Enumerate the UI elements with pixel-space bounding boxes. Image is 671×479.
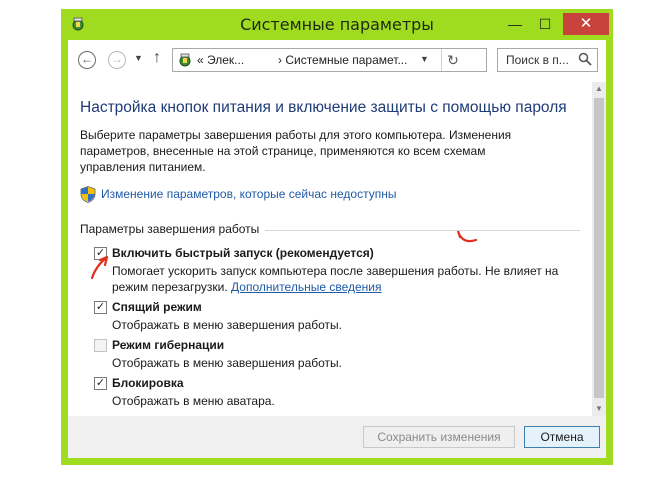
sleep-checkbox[interactable]: ✓ [94, 301, 107, 314]
option-fast-startup: ✓ Включить быстрый запуск (рекомендуется… [94, 246, 574, 296]
scroll-thumb[interactable] [594, 98, 604, 398]
close-button[interactable]: ✕ [563, 13, 609, 35]
fast-startup-description: Помогает ускорить запуск компьютера посл… [112, 263, 558, 295]
lock-label[interactable]: Блокировка [112, 376, 184, 390]
fast-startup-label[interactable]: Включить быстрый запуск (рекомендуется) [112, 246, 374, 260]
lock-checkbox[interactable]: ✓ [94, 377, 107, 390]
scroll-up-arrow-icon[interactable]: ▲ [592, 82, 606, 96]
maximize-button[interactable]: ☐ [532, 13, 558, 35]
minimize-button[interactable]: — [502, 13, 528, 35]
refresh-button[interactable]: ↻ [441, 49, 464, 71]
fast-startup-checkbox[interactable]: ✓ [94, 247, 107, 260]
dialog-button-bar: Сохранить изменения Отмена [68, 416, 606, 458]
address-dropdown-chevron-icon[interactable]: ▼ [420, 54, 429, 64]
window-client-area: ← → ▼ ↑ « Элек... › Системные парамет...… [68, 40, 606, 458]
vertical-scrollbar[interactable]: ▲ ▼ [592, 82, 606, 416]
option-sleep: ✓ Спящий режим Отображать в меню заверше… [94, 300, 394, 334]
search-placeholder: Поиск в п... [506, 53, 569, 67]
breadcrumb-system-settings[interactable]: › Системные парамет... [278, 53, 407, 67]
hibernate-description: Отображать в меню завершения работы. [112, 356, 343, 370]
page-title: Настройка кнопок питания и включение защ… [80, 99, 567, 116]
more-info-link[interactable]: Дополнительные сведения [231, 280, 381, 294]
search-input[interactable]: Поиск в п... [497, 48, 598, 72]
hibernate-checkbox[interactable] [94, 339, 107, 352]
recent-locations-chevron-icon[interactable]: ▼ [134, 53, 143, 63]
title-bar[interactable]: Системные параметры — ☐ ✕ [61, 9, 613, 40]
change-settings-link-text[interactable]: Изменение параметров, которые сейчас нед… [101, 187, 397, 201]
shutdown-settings-group-label: Параметры завершения работы [80, 222, 266, 236]
save-changes-button[interactable]: Сохранить изменения [363, 426, 515, 448]
settings-content: Настройка кнопок питания и включение защ… [68, 82, 592, 416]
search-icon[interactable] [578, 52, 592, 66]
sleep-label[interactable]: Спящий режим [112, 300, 202, 314]
forward-button[interactable]: → [108, 51, 126, 69]
fast-startup-desc-line1: Помогает ускорить запуск компьютера посл… [112, 264, 559, 278]
uac-shield-icon [80, 186, 96, 203]
hibernate-label[interactable]: Режим гибернации [112, 338, 224, 352]
back-button[interactable]: ← [78, 51, 96, 69]
breadcrumb-control-panel[interactable]: « Элек... [197, 53, 244, 67]
lock-description: Отображать в меню аватара. [112, 394, 275, 408]
control-panel-icon [179, 53, 191, 67]
page-description: Выберите параметры завершения работы для… [80, 128, 512, 174]
address-bar[interactable]: « Элек... › Системные парамет... ▼ ↻ [172, 48, 487, 72]
navigation-bar: ← → ▼ ↑ « Элек... › Системные парамет...… [68, 40, 606, 82]
fast-startup-desc-line2: режим перезагрузки. Дополнительные сведе… [112, 279, 558, 295]
scroll-down-arrow-icon[interactable]: ▼ [592, 402, 606, 416]
window-title: Системные параметры [240, 15, 434, 34]
page: Системные параметры — ☐ ✕ ← → ▼ ↑ « Элек… [0, 0, 671, 479]
option-hibernate: Режим гибернации Отображать в меню завер… [94, 338, 394, 372]
red-annotation-mark-icon [456, 229, 478, 243]
cancel-button[interactable]: Отмена [524, 426, 600, 448]
option-lock: ✓ Блокировка Отображать в меню аватара. [94, 376, 394, 410]
fast-startup-desc-line2-text: режим перезагрузки. [112, 280, 228, 294]
sleep-description: Отображать в меню завершения работы. [112, 318, 343, 332]
up-button[interactable]: ↑ [153, 49, 161, 67]
system-settings-window: Системные параметры — ☐ ✕ ← → ▼ ↑ « Элек… [61, 9, 613, 465]
